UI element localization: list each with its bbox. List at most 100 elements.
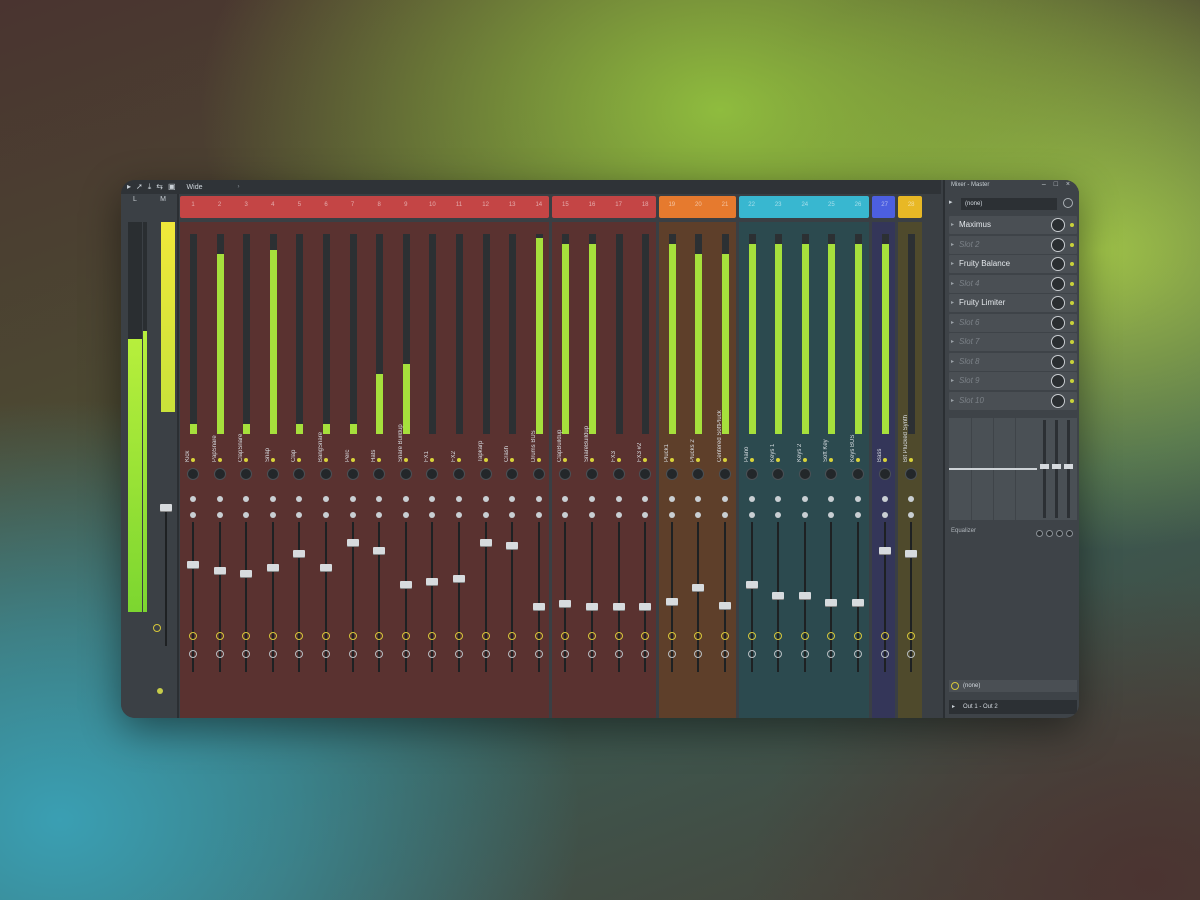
- input-icon[interactable]: [641, 650, 650, 658]
- stereo-sep-knob[interactable]: [349, 512, 356, 518]
- master-fader[interactable]: [160, 504, 172, 511]
- channel-strip[interactable]: 8 Hats: [367, 202, 391, 718]
- volume-fader[interactable]: [240, 569, 253, 577]
- stereo-sep-knob[interactable]: [855, 496, 861, 502]
- volume-fader[interactable]: [878, 547, 891, 555]
- pan-knob[interactable]: [639, 468, 652, 480]
- stereo-sep-knob[interactable]: [482, 512, 489, 518]
- stereo-sep-knob[interactable]: [855, 512, 861, 518]
- route-icon[interactable]: [641, 632, 650, 640]
- input-icon[interactable]: [721, 650, 729, 658]
- slot-enable-led[interactable]: [1070, 242, 1074, 247]
- stereo-sep-knob[interactable]: [456, 512, 462, 518]
- menu-arrow-icon[interactable]: ▸: [127, 180, 131, 194]
- channel-strip[interactable]: 14 ▲ ▲ ▲ ▲ ▲ Drums BUS: [527, 202, 551, 718]
- channel-name[interactable]: Piano: [743, 402, 751, 462]
- stereo-sep-knob[interactable]: [190, 512, 196, 518]
- mix-knob[interactable]: [1051, 335, 1065, 349]
- pan-knob[interactable]: [719, 468, 731, 480]
- input-icon[interactable]: [322, 650, 330, 658]
- channel-name[interactable]: ClapSnare: [237, 402, 245, 462]
- route-icon[interactable]: [242, 632, 251, 640]
- mute-led[interactable]: [723, 458, 727, 462]
- pan-knob[interactable]: [320, 468, 332, 480]
- mute-led[interactable]: [430, 458, 435, 462]
- eq-knob[interactable]: [1056, 530, 1063, 537]
- channel-name[interactable]: Snap: [264, 402, 272, 462]
- mute-led[interactable]: [643, 458, 648, 462]
- input-icon[interactable]: [481, 650, 490, 658]
- channel-name[interactable]: BangSnare: [317, 402, 325, 462]
- slot-menu-icon[interactable]: ▸: [951, 275, 954, 293]
- slot-menu-icon[interactable]: ▸: [951, 255, 954, 273]
- pan-knob[interactable]: [346, 468, 359, 480]
- volume-fader[interactable]: [453, 575, 465, 583]
- volume-fader[interactable]: [266, 564, 279, 571]
- stereo-sep-knob[interactable]: [748, 512, 755, 518]
- pan-knob[interactable]: [373, 468, 386, 480]
- mute-led[interactable]: [829, 458, 834, 462]
- route-icon[interactable]: [348, 632, 357, 640]
- channel-name[interactable]: Pluck1: [663, 402, 671, 462]
- input-icon[interactable]: [428, 650, 437, 658]
- mute-led[interactable]: [217, 458, 222, 462]
- eq-knob[interactable]: [1066, 530, 1073, 537]
- cursor-icon[interactable]: ➚: [136, 180, 143, 194]
- input-icon[interactable]: [747, 650, 756, 658]
- channel-name[interactable]: FX3: [610, 402, 618, 462]
- pan-knob[interactable]: [825, 468, 838, 480]
- channel-strip[interactable]: 11 FX2: [447, 202, 471, 718]
- pan-knob[interactable]: [772, 468, 785, 480]
- route-icon[interactable]: [907, 632, 916, 640]
- fx-slot[interactable]: ▸ Slot 6: [949, 313, 1077, 332]
- pan-knob[interactable]: [399, 468, 412, 480]
- channel-name[interactable]: Bit Plucked Synth: [902, 402, 910, 462]
- stereo-sep-knob[interactable]: [216, 512, 223, 518]
- stereo-sep-knob[interactable]: [801, 496, 808, 502]
- volume-fader[interactable]: [320, 564, 332, 571]
- channel-strip[interactable]: 16 ▲ ▲ ▲ ▲ ▲ SnareBuildup: [580, 202, 604, 718]
- channel-name[interactable]: Keys 1: [769, 402, 777, 462]
- eq-knob[interactable]: [1046, 530, 1053, 537]
- volume-fader[interactable]: [479, 538, 492, 546]
- fx-slot[interactable]: ▸ Fruity Limiter: [949, 294, 1077, 312]
- channel-name[interactable]: Keys 2: [796, 402, 804, 462]
- input-icon[interactable]: [667, 650, 676, 658]
- mute-led[interactable]: [749, 458, 754, 462]
- channel-name[interactable]: FX3 #2: [636, 402, 644, 462]
- eq-band-handle[interactable]: [1040, 464, 1049, 469]
- route-icon[interactable]: [588, 632, 596, 640]
- mute-led[interactable]: [696, 458, 701, 462]
- stereo-sep-knob[interactable]: [668, 496, 675, 502]
- link-icon[interactable]: ⇆: [156, 180, 163, 194]
- input-icon[interactable]: [375, 650, 384, 658]
- stereo-sep-knob[interactable]: [456, 496, 462, 502]
- stereo-sep-knob[interactable]: [376, 496, 383, 502]
- channel-strip[interactable]: 9 Snare Buildup: [394, 202, 418, 718]
- stereo-sep-knob[interactable]: [535, 496, 542, 502]
- stereo-sep-knob[interactable]: [642, 496, 649, 502]
- stereo-sep-knob[interactable]: [216, 496, 223, 502]
- volume-fader[interactable]: [905, 550, 918, 557]
- pan-knob[interactable]: [692, 468, 705, 480]
- input-icon[interactable]: [189, 650, 197, 658]
- download-icon[interactable]: ⤓: [148, 180, 152, 194]
- stereo-sep-knob[interactable]: [615, 512, 622, 518]
- input-icon[interactable]: [401, 650, 410, 658]
- channel-name[interactable]: Hats: [370, 402, 378, 462]
- channel-strip[interactable]: 5 Clap: [287, 202, 311, 718]
- mix-knob[interactable]: [1051, 315, 1065, 330]
- stereo-sep-knob[interactable]: [509, 512, 516, 518]
- pan-knob[interactable]: [213, 468, 226, 480]
- volume-fader[interactable]: [745, 580, 758, 588]
- volume-fader[interactable]: [798, 592, 811, 599]
- volume-fader[interactable]: [665, 597, 678, 605]
- master-fader-track[interactable]: [165, 506, 167, 646]
- mix-knob[interactable]: [1051, 276, 1065, 291]
- mix-knob[interactable]: [1051, 237, 1065, 252]
- input-icon[interactable]: [694, 650, 703, 658]
- channel-name[interactable]: Plucks 2: [689, 402, 697, 462]
- channel-strip[interactable]: 12 Tapkarp: [474, 202, 498, 718]
- pan-knob[interactable]: [665, 468, 678, 480]
- slot-enable-led[interactable]: [1070, 320, 1074, 325]
